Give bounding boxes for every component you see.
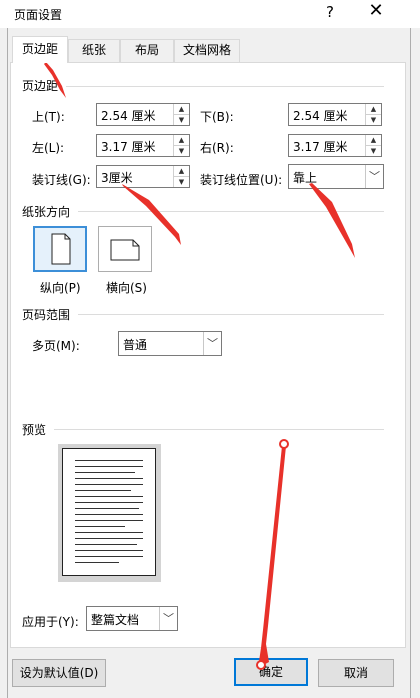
gutter-position-select[interactable]: 靠上 ﹀: [288, 164, 384, 189]
bottom-margin-spinner[interactable]: 2.54 厘米 ▲ ▼: [288, 103, 382, 126]
left-margin-value: 3.17 厘米: [101, 140, 156, 154]
top-margin-label: 上(T):: [32, 110, 65, 124]
right-margin-value: 3.17 厘米: [293, 140, 348, 154]
gutter-label: 装订线(G):: [32, 173, 91, 187]
left-margin-spinner[interactable]: 3.17 厘米 ▲ ▼: [96, 134, 190, 157]
bottom-margin-value: 2.54 厘米: [293, 109, 348, 123]
portrait-label: 纵向(P): [40, 281, 81, 295]
portrait-page-icon: [51, 233, 71, 265]
landscape-option[interactable]: [98, 226, 152, 272]
set-default-button[interactable]: 设为默认值(D): [12, 659, 106, 687]
landscape-page-icon: [110, 239, 140, 261]
orientation-section-label: 纸张方向: [22, 205, 71, 219]
left-margin-label: 左(L):: [32, 141, 65, 155]
pages-section-label: 页码范围: [22, 308, 71, 322]
gutter-spinner[interactable]: 3厘米 ▲ ▼: [96, 165, 190, 188]
landscape-label: 横向(S): [106, 281, 147, 295]
cancel-button[interactable]: 取消: [318, 659, 394, 687]
gutter-position-value: 靠上: [293, 171, 318, 185]
decrement-icon[interactable]: ▼: [366, 146, 381, 156]
divider: [54, 429, 384, 430]
chevron-down-icon: ﹀: [365, 165, 383, 188]
decrement-icon[interactable]: ▼: [174, 177, 189, 187]
gutter-position-label: 装订线位置(U):: [200, 173, 283, 187]
tab-paper[interactable]: 纸张: [68, 39, 120, 62]
increment-icon[interactable]: ▲: [366, 135, 381, 146]
bottom-margin-label: 下(B):: [200, 110, 234, 124]
multiple-pages-label: 多页(M):: [32, 339, 80, 353]
margins-section-label: 页边距: [22, 79, 59, 93]
multiple-pages-select[interactable]: 普通 ﹀: [118, 331, 222, 356]
increment-icon[interactable]: ▲: [174, 166, 189, 177]
dialog-edge-left: [7, 28, 8, 698]
apply-to-value: 整篇文档: [91, 613, 140, 627]
chevron-down-icon: ﹀: [203, 332, 221, 355]
decrement-icon[interactable]: ▼: [174, 146, 189, 156]
increment-icon[interactable]: ▲: [174, 135, 189, 146]
chevron-down-icon: ﹀: [159, 607, 177, 630]
ok-button[interactable]: 确定: [234, 658, 308, 686]
tab-doc-grid[interactable]: 文档网格: [174, 39, 240, 62]
close-button[interactable]: ✕: [366, 0, 386, 21]
decrement-icon[interactable]: ▼: [366, 115, 381, 125]
right-margin-label: 右(R):: [200, 141, 234, 155]
decrement-icon[interactable]: ▼: [174, 115, 189, 125]
divider: [78, 314, 384, 315]
apply-to-label: 应用于(Y):: [22, 615, 79, 629]
dialog-edge-right: [410, 28, 411, 698]
tab-margins[interactable]: 页边距: [12, 36, 68, 63]
gutter-value: 3厘米: [101, 171, 133, 185]
increment-icon[interactable]: ▲: [174, 104, 189, 115]
preview-page: [62, 448, 156, 576]
apply-to-select[interactable]: 整篇文档 ﹀: [86, 606, 178, 631]
top-margin-value: 2.54 厘米: [101, 109, 156, 123]
title-bar: [0, 0, 420, 28]
increment-icon[interactable]: ▲: [366, 104, 381, 115]
top-margin-spinner[interactable]: 2.54 厘米 ▲ ▼: [96, 103, 190, 126]
preview-section-label: 预览: [22, 423, 47, 437]
right-margin-spinner[interactable]: 3.17 厘米 ▲ ▼: [288, 134, 382, 157]
window-title: 页面设置: [14, 8, 63, 22]
divider: [78, 211, 384, 212]
divider: [66, 86, 384, 87]
portrait-option[interactable]: [33, 226, 87, 272]
multiple-pages-value: 普通: [123, 338, 148, 352]
help-button[interactable]: ?: [322, 3, 338, 21]
tab-layout[interactable]: 布局: [120, 39, 174, 62]
